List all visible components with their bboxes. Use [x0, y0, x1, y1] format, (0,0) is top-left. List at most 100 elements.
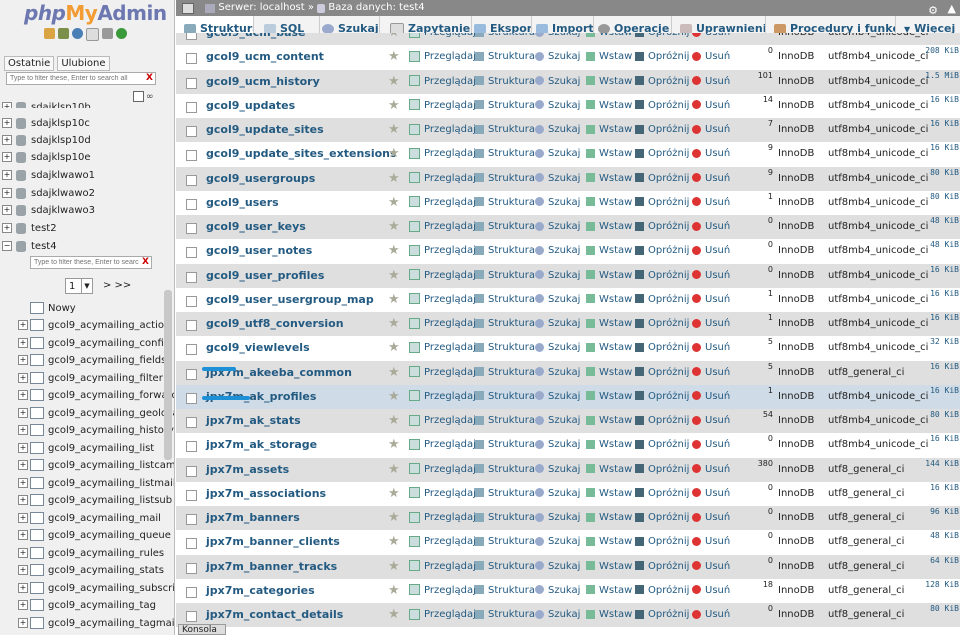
row-checkbox[interactable]	[186, 174, 197, 186]
database-item[interactable]: + sdajklsp10e	[2, 149, 90, 166]
browse-link[interactable]: Przeglądaj	[409, 385, 476, 409]
browse-link[interactable]: Przeglądaj	[409, 409, 476, 433]
page-select[interactable]: 1 ▼	[65, 278, 93, 294]
drop-link[interactable]: Usuń	[692, 458, 730, 482]
table-name-link[interactable]: gcol9_user_keys	[206, 215, 306, 239]
expand-icon[interactable]: +	[18, 337, 28, 348]
drop-link[interactable]: Usuń	[692, 409, 730, 433]
database-item[interactable]: + sdajklsp10c	[2, 115, 90, 132]
empty-link[interactable]: Opróżnij	[635, 603, 689, 627]
sidebar-table-item[interactable]: + gcol9_acymailing_queue	[18, 527, 171, 544]
browse-link[interactable]: Przeglądaj	[409, 118, 476, 142]
table-name-link[interactable]: jpx7m_banner_tracks	[206, 555, 337, 579]
search-link[interactable]: Szukaj	[535, 506, 580, 530]
favorite-star-icon[interactable]: ★	[388, 167, 400, 191]
clear-table-filter-button[interactable]: X	[142, 257, 149, 267]
search-link[interactable]: Szukaj	[535, 603, 580, 627]
expand-icon[interactable]: +	[18, 512, 28, 523]
sidebar-table-item[interactable]: + gcol9_acymailing_action	[18, 317, 170, 334]
empty-link[interactable]: Opróżnij	[635, 385, 689, 409]
empty-link[interactable]: Opróżnij	[635, 409, 689, 433]
insert-link[interactable]: Wstaw	[586, 167, 632, 191]
insert-link[interactable]: Wstaw	[586, 142, 632, 166]
tab-favorites[interactable]: Ulubione	[57, 56, 110, 71]
size-link[interactable]: 64 KiB	[916, 549, 959, 573]
expand-icon[interactable]: +	[2, 205, 12, 215]
table-name-link[interactable]: gcol9_ucm_content	[206, 45, 324, 69]
empty-link[interactable]: Opróżnij	[635, 94, 689, 118]
table-name-link[interactable]: jpx7m_contact_details	[206, 603, 343, 627]
collapse-all-icon[interactable]	[133, 91, 144, 102]
structure-link[interactable]: Struktura	[475, 409, 535, 433]
console-toggle[interactable]: Konsola	[178, 624, 226, 635]
clear-filter-button[interactable]: X	[146, 73, 153, 83]
row-checkbox[interactable]	[186, 441, 197, 453]
sidebar-table-item[interactable]: + gcol9_acymailing_subscrib	[18, 580, 174, 597]
browse-link[interactable]: Przeglądaj	[409, 70, 476, 94]
favorite-star-icon[interactable]: ★	[388, 336, 400, 360]
expand-icon[interactable]: +	[2, 152, 12, 162]
drop-link[interactable]: Usuń	[692, 312, 730, 336]
browse-link[interactable]: Przeglądaj	[409, 191, 476, 215]
size-link[interactable]: 1.5 MiB	[916, 64, 959, 88]
empty-link[interactable]: Opróżnij	[635, 555, 689, 579]
database-item[interactable]: + test2	[2, 220, 57, 237]
insert-link[interactable]: Wstaw	[586, 70, 632, 94]
sidebar-table-item[interactable]: + gcol9_acymailing_rules	[18, 545, 164, 562]
structure-link[interactable]: Struktura	[475, 433, 535, 457]
link-icon[interactable]: ∞	[146, 92, 154, 102]
browse-link[interactable]: Przeglądaj	[409, 482, 476, 506]
drop-link[interactable]: Usuń	[692, 118, 730, 142]
favorite-star-icon[interactable]: ★	[388, 385, 400, 409]
navigation-scrollbar[interactable]	[164, 290, 172, 460]
search-link[interactable]: Szukaj	[535, 264, 580, 288]
empty-link[interactable]: Opróżnij	[635, 142, 689, 166]
docs-icon[interactable]	[86, 28, 99, 41]
empty-link[interactable]: Opróżnij	[635, 288, 689, 312]
empty-link[interactable]: Opróżnij	[635, 482, 689, 506]
empty-link[interactable]: Opróżnij	[635, 361, 689, 385]
insert-link[interactable]: Wstaw	[586, 433, 632, 457]
sidebar-table-item[interactable]: + gcol9_acymailing_list	[18, 440, 154, 457]
search-link[interactable]: Szukaj	[535, 530, 580, 554]
favorite-star-icon[interactable]: ★	[388, 458, 400, 482]
drop-link[interactable]: Usuń	[692, 361, 730, 385]
drop-link[interactable]: Usuń	[692, 506, 730, 530]
empty-link[interactable]: Opróżnij	[635, 33, 689, 45]
expand-icon[interactable]: +	[18, 600, 28, 610]
insert-link[interactable]: Wstaw	[586, 191, 632, 215]
structure-link[interactable]: Struktura	[475, 45, 535, 69]
favorite-star-icon[interactable]: ★	[388, 45, 400, 69]
size-link[interactable]: 48 KiB	[916, 524, 959, 548]
structure-link[interactable]: Struktura	[475, 458, 535, 482]
expand-icon[interactable]: +	[18, 617, 28, 628]
search-link[interactable]: Szukaj	[535, 361, 580, 385]
insert-link[interactable]: Wstaw	[586, 45, 632, 69]
table-name-link[interactable]: jpx7m_ak_storage	[206, 433, 317, 457]
table-name-link[interactable]: gcol9_update_sites_extensions	[206, 142, 397, 166]
sidebar-table-item[interactable]: + gcol9_acymailing_geolocat	[18, 405, 174, 422]
size-link[interactable]: 80 KiB	[916, 161, 959, 185]
structure-link[interactable]: Struktura	[475, 191, 535, 215]
row-checkbox[interactable]	[186, 247, 197, 259]
row-checkbox[interactable]	[186, 465, 197, 477]
insert-link[interactable]: Wstaw	[586, 506, 632, 530]
row-checkbox[interactable]	[186, 33, 197, 40]
empty-link[interactable]: Opróżnij	[635, 191, 689, 215]
row-checkbox[interactable]	[186, 126, 197, 137]
empty-link[interactable]: Opróżnij	[635, 458, 689, 482]
row-checkbox[interactable]	[186, 223, 197, 234]
expand-icon[interactable]: +	[18, 390, 28, 400]
row-checkbox[interactable]	[186, 344, 197, 356]
search-link[interactable]: Szukaj	[535, 288, 580, 312]
breadcrumb-server[interactable]: Serwer: localhost	[218, 2, 304, 13]
row-checkbox[interactable]	[186, 271, 197, 283]
search-link[interactable]: Szukaj	[535, 215, 580, 239]
structure-link[interactable]: Struktura	[475, 215, 535, 239]
browse-link[interactable]: Przeglądaj	[409, 530, 476, 554]
structure-link[interactable]: Struktura	[475, 142, 535, 166]
empty-link[interactable]: Opróżnij	[635, 579, 689, 603]
favorite-star-icon[interactable]: ★	[388, 288, 400, 312]
expand-icon[interactable]: +	[18, 425, 28, 435]
size-link[interactable]: 16 KiB	[916, 136, 959, 160]
